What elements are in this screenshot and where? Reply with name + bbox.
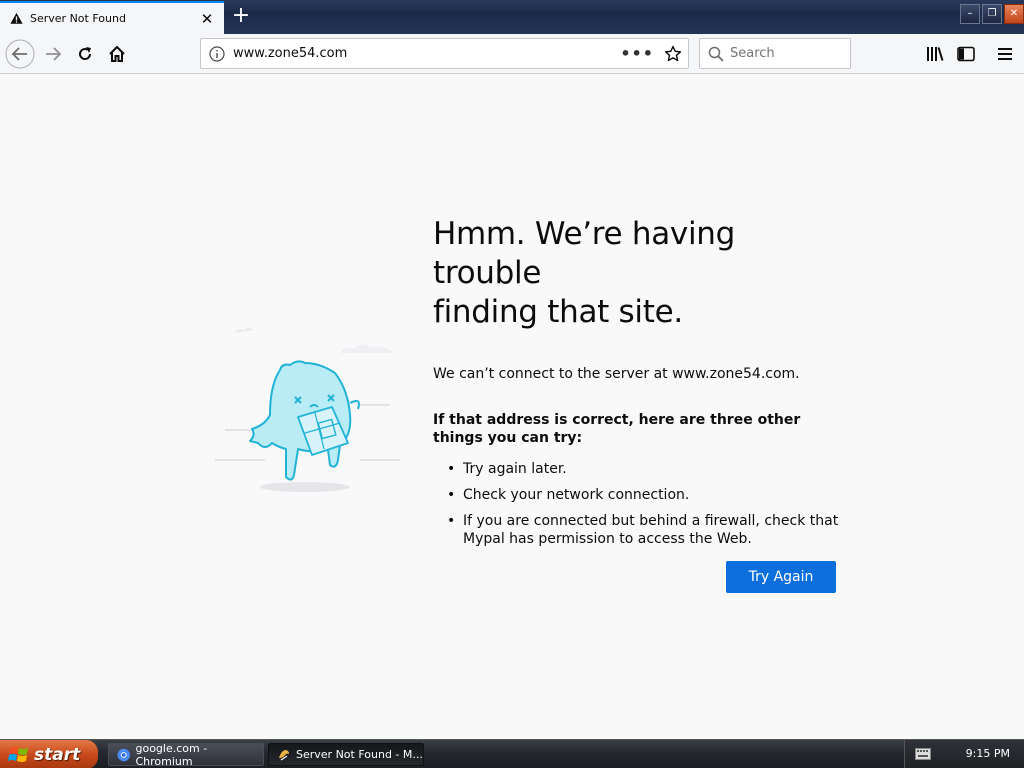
system-tray: 9:15 PM bbox=[904, 740, 1024, 768]
tip-item: Try again later. bbox=[433, 460, 843, 478]
tab-strip: Server Not Found ✕ + – ❐ ✕ bbox=[0, 0, 1024, 34]
info-icon[interactable] bbox=[209, 45, 225, 62]
taskbar-item-label: google.com - Chromium bbox=[135, 741, 208, 768]
start-button[interactable]: start bbox=[0, 740, 98, 768]
search-input[interactable] bbox=[730, 46, 840, 61]
hamburger-menu-icon bbox=[998, 48, 1012, 60]
tip-item: If you are connected but behind a firewa… bbox=[433, 512, 843, 548]
url-bar[interactable]: www.zone54.com ••• bbox=[200, 38, 689, 69]
bookmark-star-icon[interactable] bbox=[664, 45, 682, 63]
try-again-button[interactable]: Try Again bbox=[726, 561, 836, 593]
taskbar-item-mypal[interactable]: Server Not Found - M... bbox=[268, 743, 424, 766]
error-subtitle: If that address is correct, here are thr… bbox=[433, 412, 801, 446]
tab-title: Server Not Found bbox=[30, 12, 126, 25]
restore-button[interactable]: ❐ bbox=[982, 4, 1002, 24]
taskbar: start google.com - Chromium Server Not F… bbox=[0, 739, 1024, 768]
forward-arrow-icon bbox=[46, 47, 62, 61]
start-label: start bbox=[34, 744, 81, 765]
back-arrow-icon bbox=[5, 39, 35, 69]
taskbar-item-chromium[interactable]: google.com - Chromium bbox=[108, 741, 264, 768]
error-title-line1: Hmm. We’re having trouble bbox=[433, 216, 735, 291]
navigation-toolbar: www.zone54.com ••• bbox=[0, 34, 1024, 74]
reload-button[interactable] bbox=[70, 39, 100, 69]
search-bar[interactable] bbox=[699, 38, 851, 69]
tab-server-not-found[interactable]: Server Not Found ✕ bbox=[0, 1, 224, 34]
error-title-line2: finding that site. bbox=[433, 294, 683, 330]
lost-creature-illustration bbox=[215, 327, 400, 492]
sidebar-icon bbox=[957, 46, 975, 62]
url-text[interactable]: www.zone54.com bbox=[233, 46, 620, 61]
back-button[interactable] bbox=[5, 39, 35, 69]
new-tab-button[interactable]: + bbox=[230, 3, 252, 29]
error-message-container: Hmm. We’re having trouble finding that s… bbox=[433, 215, 843, 556]
minimize-button[interactable]: – bbox=[960, 4, 980, 24]
error-page: Hmm. We’re having trouble finding that s… bbox=[0, 75, 1024, 739]
tab-close-icon[interactable]: ✕ bbox=[196, 10, 218, 28]
tips-list: Try again later. Check your network conn… bbox=[433, 460, 843, 548]
clock: 9:15 PM bbox=[965, 747, 1010, 760]
mypal-icon bbox=[279, 749, 289, 760]
close-window-button[interactable]: ✕ bbox=[1004, 4, 1024, 24]
error-description: We can’t connect to the server at www.zo… bbox=[433, 366, 800, 382]
forward-button[interactable] bbox=[38, 39, 68, 69]
reload-icon bbox=[79, 47, 92, 60]
home-button[interactable] bbox=[102, 39, 132, 69]
chromium-icon bbox=[117, 748, 131, 761]
windows-flag-icon bbox=[8, 746, 28, 762]
tip-item: Check your network connection. bbox=[433, 486, 843, 504]
sidebar-button[interactable] bbox=[951, 39, 981, 69]
error-title: Hmm. We’re having trouble finding that s… bbox=[433, 215, 843, 332]
home-icon bbox=[109, 45, 125, 62]
window-controls: – ❐ ✕ bbox=[960, 4, 1024, 24]
page-actions-icon[interactable]: ••• bbox=[620, 44, 654, 63]
warning-icon bbox=[10, 12, 23, 24]
taskbar-item-label: Server Not Found - M... bbox=[296, 748, 423, 761]
library-button[interactable] bbox=[920, 39, 950, 69]
search-icon bbox=[708, 46, 724, 62]
library-icon bbox=[927, 47, 944, 61]
keyboard-icon[interactable] bbox=[915, 748, 931, 760]
menu-button[interactable] bbox=[990, 39, 1020, 69]
